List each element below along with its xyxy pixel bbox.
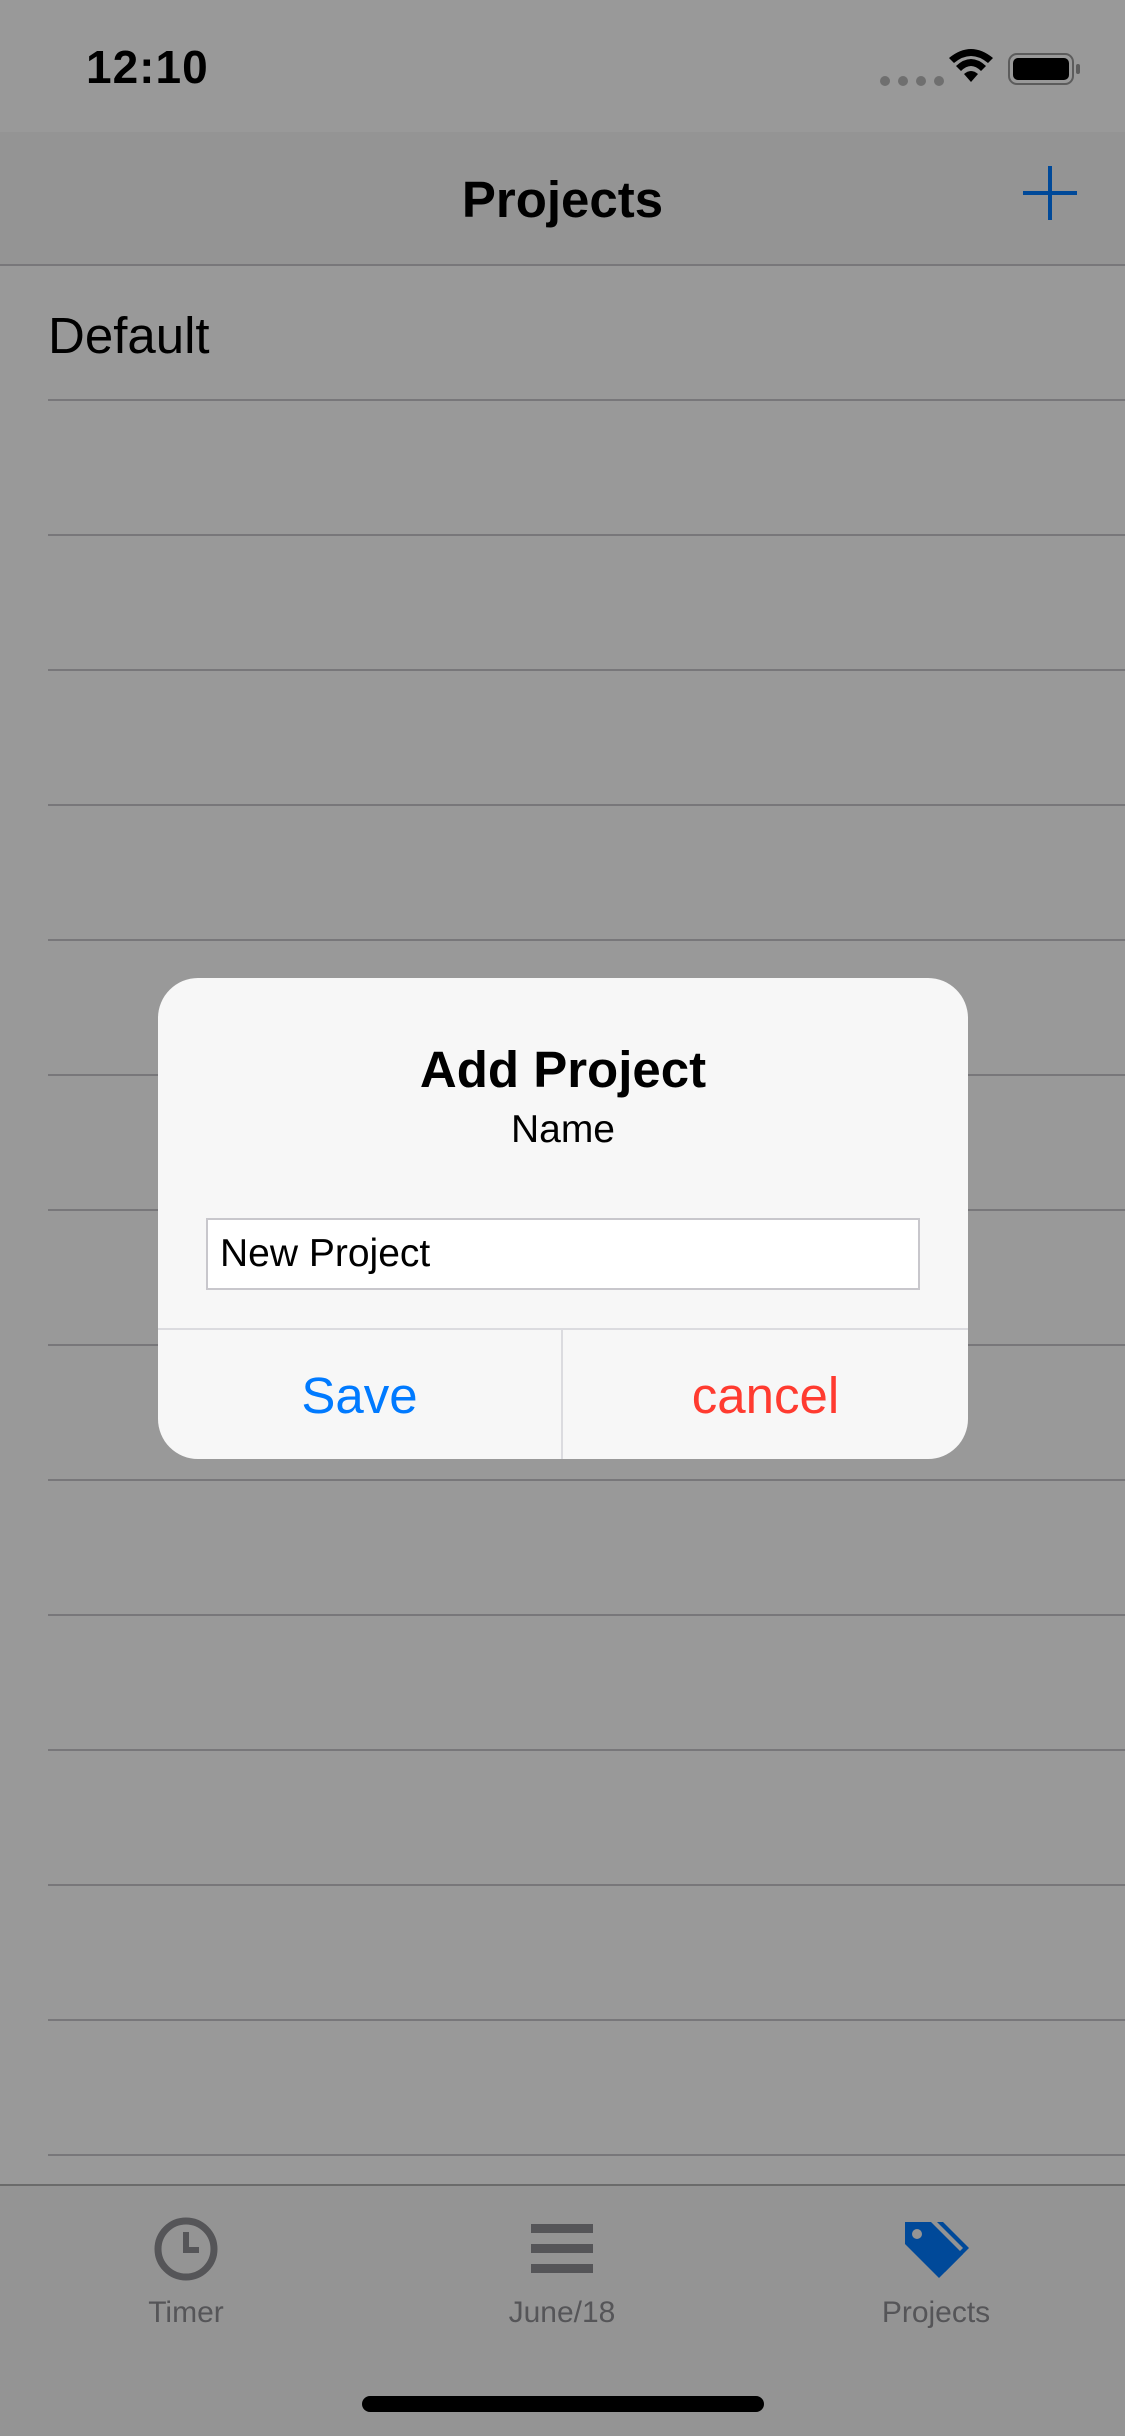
alert-actions: Save cancel	[158, 1328, 968, 1459]
cancel-button[interactable]: cancel	[563, 1330, 968, 1459]
save-button[interactable]: Save	[158, 1330, 563, 1459]
project-name-input[interactable]	[206, 1218, 920, 1290]
alert-title: Add Project	[419, 1041, 707, 1098]
screen: 12:10 Projects Default Timer June/18 Pro…	[0, 0, 1125, 2436]
alert-message: Name	[510, 1108, 616, 1151]
add-project-alert: Add Project Name Save cancel	[158, 978, 968, 1459]
